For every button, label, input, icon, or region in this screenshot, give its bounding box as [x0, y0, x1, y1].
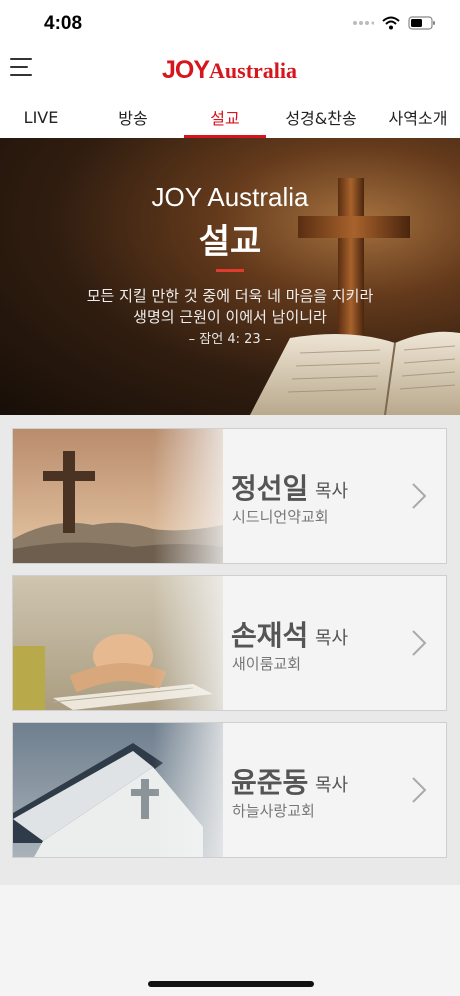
hero-background-image [0, 138, 460, 415]
category-tabs: LIVE 방송 설교 성경&찬송 사역소개 [0, 96, 460, 138]
hero-subtitle: 설교 [198, 222, 262, 262]
pastor-title: 목사 [315, 775, 349, 796]
pastor-card[interactable]: 윤준동 목사 하늘사랑교회 [12, 722, 447, 858]
app-logo: JOYAustralia [162, 56, 297, 85]
chevron-right-icon [412, 630, 427, 656]
chevron-right-icon [412, 483, 427, 509]
church-name: 시드니언약교회 [232, 508, 329, 526]
bible-cross-image [13, 723, 243, 857]
pastor-title: 목사 [315, 628, 349, 649]
church-name: 하늘사랑교회 [232, 802, 315, 820]
tab-bible-hymn[interactable]: 성경&찬송 [266, 96, 376, 138]
wifi-icon [382, 16, 400, 30]
status-time: 4:08 [44, 13, 83, 34]
cross-on-rock-image [13, 429, 243, 563]
hero-banner: JOY Australia 설교 모든 지킬 만한 것 중에 더욱 네 마음을 … [0, 138, 460, 415]
church-name: 새이룸교회 [232, 655, 302, 673]
pastor-card[interactable]: 손재석 목사 새이룸교회 [12, 575, 447, 711]
tab-sermon[interactable]: 설교 [184, 96, 266, 138]
hero-title: JOY Australia [151, 182, 309, 212]
pastor-name: 윤준동 [231, 766, 309, 799]
battery-icon [408, 16, 435, 30]
pastor-list: 정선일 목사 시드니언약교회 손재석 목사 새이룸교회 윤준동 목사 하늘사랑교… [0, 415, 460, 885]
home-indicator[interactable] [148, 981, 314, 987]
app-header: JOYAustralia [0, 50, 460, 96]
hero-verse-reference: – 잠언 4: 23 – [188, 332, 272, 347]
logo-joy: JOY [162, 56, 210, 84]
hamburger-menu-button[interactable] [10, 58, 36, 84]
pastor-name: 손재석 [231, 619, 309, 652]
status-icons [352, 16, 436, 30]
hero-verse-line2: 생명의 근원이 이에서 남이니라 [133, 308, 327, 326]
tab-live[interactable]: LIVE [0, 96, 82, 138]
hero-verse: 모든 지킬 만한 것 중에 더욱 네 마음을 지키라 생명의 근원이 이에서 남… [0, 286, 460, 328]
status-bar: 4:08 [0, 0, 460, 50]
pastor-card[interactable]: 정선일 목사 시드니언약교회 [12, 428, 447, 564]
hero-divider [216, 269, 244, 272]
hero-verse-line1: 모든 지킬 만한 것 중에 더욱 네 마음을 지키라 [86, 287, 374, 305]
pastor-title: 목사 [315, 481, 349, 502]
tab-broadcast[interactable]: 방송 [82, 96, 184, 138]
tab-ministry[interactable]: 사역소개 [376, 96, 460, 138]
pastor-name: 정선일 [231, 472, 309, 505]
logo-australia: Australia [209, 58, 298, 83]
chevron-right-icon [412, 777, 427, 803]
bottom-empty-area [0, 885, 460, 996]
signal-icon [353, 21, 374, 25]
praying-hands-image [13, 576, 243, 710]
